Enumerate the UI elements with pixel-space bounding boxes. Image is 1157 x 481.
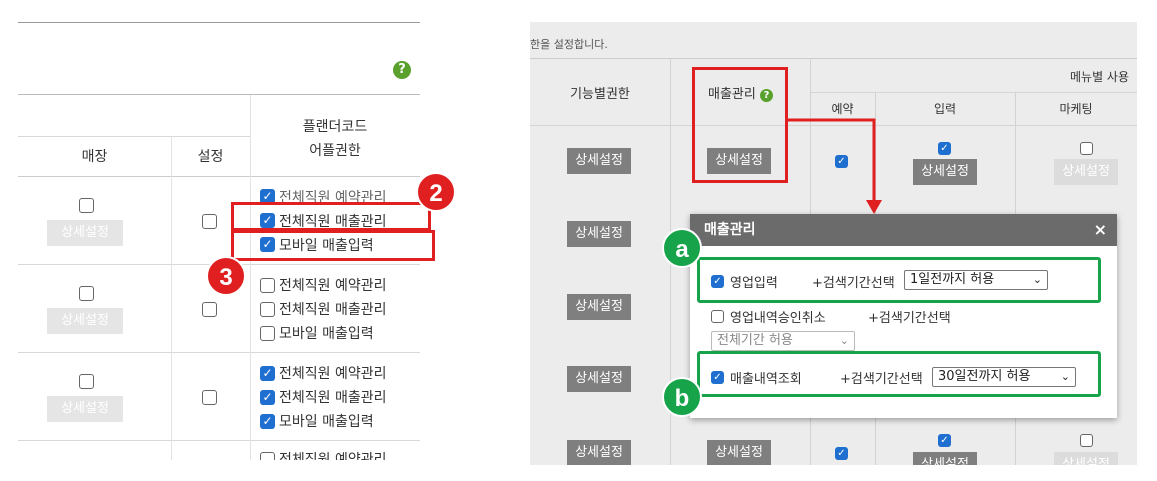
- input-detail-button[interactable]: 상세설정: [913, 159, 977, 185]
- reserve-checkbox[interactable]: ✓: [835, 447, 848, 460]
- annotation-badge-a: a: [662, 228, 702, 268]
- highlight-box-b: [697, 351, 1101, 397]
- detail-button[interactable]: 상세설정: [567, 221, 631, 247]
- store-checkbox[interactable]: [79, 374, 94, 389]
- option-checkbox[interactable]: ✓: [260, 414, 275, 429]
- option-label: 전체직원 예약관리: [279, 366, 387, 382]
- marketing-header: 마케팅: [1059, 102, 1093, 116]
- popup-title: 매출관리: [704, 222, 756, 238]
- close-icon[interactable]: ×: [1094, 214, 1107, 246]
- detail-button[interactable]: 상세설정: [567, 294, 631, 320]
- detail-button[interactable]: 상세설정: [47, 220, 123, 246]
- store-checkbox[interactable]: [79, 286, 94, 301]
- pointer-arrow: [788, 118, 882, 214]
- setting-checkbox[interactable]: [202, 390, 217, 405]
- highlight-box-sales-column: [692, 67, 788, 183]
- cancel-approval-checkbox[interactable]: [711, 310, 724, 323]
- help-icon[interactable]: ?: [393, 61, 411, 79]
- option-label: 전체직원 예약관리: [279, 452, 387, 460]
- option-checkbox[interactable]: ✓: [260, 366, 275, 381]
- detail-button[interactable]: 상세설정: [567, 366, 631, 392]
- description-text: 한을 설정합니다.: [530, 38, 608, 51]
- option-label: 전체직원 매출관리: [279, 302, 387, 318]
- highlight-box-sales-manage: [231, 202, 431, 231]
- option-checkbox[interactable]: [260, 302, 275, 317]
- option-label: 전체직원 예약관리: [279, 278, 387, 294]
- option-checkbox[interactable]: [260, 326, 275, 341]
- annotation-badge-b: b: [662, 377, 702, 417]
- popup-header: 매출관리 ×: [690, 214, 1117, 246]
- store-checkbox[interactable]: [79, 198, 94, 213]
- period-select-label: +검색기간선택: [868, 311, 951, 326]
- option-label: 모바일 매출입력: [279, 326, 374, 342]
- input-checkbox[interactable]: ✓: [938, 142, 951, 155]
- option-label: 모바일 매출입력: [279, 414, 374, 430]
- plander-header-line2: 어플권한: [309, 143, 361, 159]
- highlight-box-mobile-input: [231, 230, 435, 261]
- input-detail-button[interactable]: 상세설정: [913, 452, 977, 465]
- highlight-box-a: [697, 257, 1101, 303]
- option-checkbox[interactable]: ✓: [260, 390, 275, 405]
- chevron-down-icon: ⌄: [839, 334, 849, 347]
- store-header: 매장: [81, 149, 108, 165]
- setting-checkbox[interactable]: [202, 214, 217, 229]
- input-header: 입력: [933, 102, 957, 116]
- detail-button[interactable]: 상세설정: [47, 308, 123, 334]
- option-label: 전체직원 매출관리: [279, 390, 387, 406]
- detail-button[interactable]: 상세설정: [567, 440, 631, 465]
- period-select[interactable]: 전체기간 허용 ⌄: [711, 331, 855, 351]
- detail-button[interactable]: 상세설정: [567, 148, 631, 174]
- marketing-detail-button[interactable]: 상세설정: [1054, 452, 1118, 465]
- setting-checkbox[interactable]: [202, 302, 217, 317]
- cancel-approval-label: 영업내역승인취소: [730, 311, 826, 326]
- marketing-checkbox[interactable]: [1080, 142, 1093, 155]
- menu-usage-header: 메뉴별 사용: [1070, 70, 1130, 84]
- input-checkbox[interactable]: ✓: [938, 434, 951, 447]
- option-checkbox[interactable]: [260, 278, 275, 293]
- sales-detail-button[interactable]: 상세설정: [707, 440, 771, 465]
- setting-header: 설정: [197, 149, 224, 165]
- annotation-badge-3: 3: [206, 256, 246, 296]
- func-permission-header: 기능별권한: [570, 87, 630, 102]
- plander-header-line1: 플랜더코드: [302, 119, 368, 135]
- marketing-checkbox[interactable]: [1080, 434, 1093, 447]
- option-checkbox[interactable]: [260, 452, 275, 460]
- annotation-badge-2: 2: [416, 172, 456, 212]
- detail-button[interactable]: 상세설정: [47, 396, 123, 422]
- marketing-detail-button[interactable]: 상세설정: [1054, 159, 1118, 185]
